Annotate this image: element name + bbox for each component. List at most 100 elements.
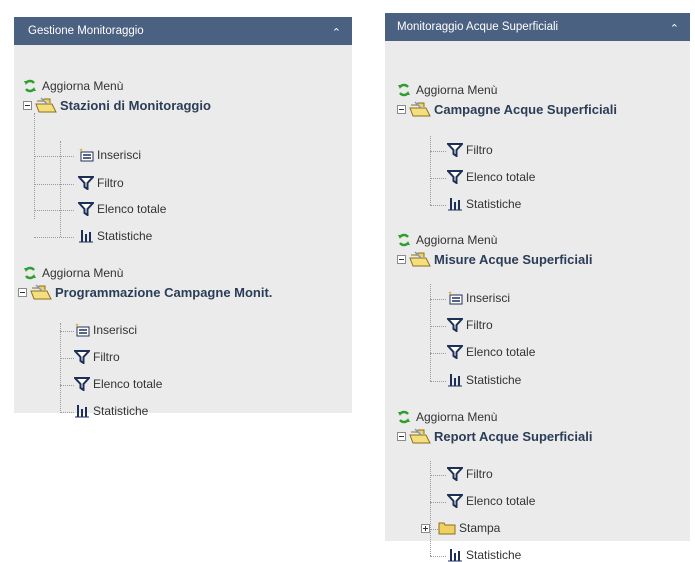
filter-icon [447, 467, 463, 481]
refresh-menu-link[interactable]: Aggiorna Menù [397, 410, 497, 424]
menu-item-elenco-totale[interactable]: Elenco totale [78, 202, 166, 216]
section-title: Campagne Acque Superficiali [434, 101, 618, 117]
tree-branch [430, 475, 446, 476]
collapse-toggle-icon[interactable] [18, 287, 27, 297]
statistics-icon [75, 405, 89, 418]
menu-item-elenco-totale[interactable]: Elenco totale [447, 494, 535, 508]
collapse-toggle-icon[interactable] [23, 100, 32, 110]
right-panel-title: Monitoraggio Acque Superficiali [397, 21, 559, 33]
left-panel-title: Gestione Monitoraggio [28, 25, 144, 37]
tree-line [60, 141, 61, 237]
tree-line [430, 136, 431, 205]
refresh-icon [398, 410, 410, 424]
filter-icon [447, 143, 463, 157]
refresh-menu-link[interactable]: Aggiorna Menù [23, 79, 123, 93]
statistics-icon [448, 374, 462, 387]
tree-branch [430, 502, 446, 503]
tree-branch [430, 326, 446, 327]
menu-item-inserisci[interactable]: Inserisci [447, 291, 510, 305]
menu-item-label: Filtro [93, 350, 120, 364]
tree-branch [430, 178, 446, 179]
refresh-label: Aggiorna Menù [416, 83, 498, 97]
menu-item-filtro[interactable]: Filtro [74, 350, 120, 364]
filter-icon [74, 350, 90, 364]
refresh-menu-link[interactable]: Aggiorna Menù [397, 233, 497, 247]
tree-branch [430, 205, 446, 206]
menu-item-label: Stampa [459, 521, 501, 535]
menu-item-inserisci[interactable]: Inserisci [78, 148, 141, 162]
collapse-toggle-icon[interactable] [397, 104, 406, 114]
menu-item-statistiche[interactable]: Statistiche [447, 373, 521, 387]
refresh-icon [398, 83, 410, 97]
statistics-icon [79, 230, 93, 243]
collapse-toggle-icon[interactable] [397, 431, 406, 441]
statistics-icon [448, 549, 462, 562]
menu-item-label: Statistiche [93, 404, 149, 418]
folder-icon [438, 522, 456, 535]
insert-icon [75, 323, 90, 337]
section-report-acque[interactable]: Report Acque Superficiali [397, 427, 592, 445]
menu-item-filtro[interactable]: Filtro [78, 176, 124, 190]
refresh-icon [398, 233, 410, 247]
menu-item-stampa[interactable]: Stampa [421, 521, 500, 535]
section-title: Report Acque Superficiali [434, 428, 593, 444]
refresh-icon [24, 79, 36, 93]
open-folder-icon [409, 428, 431, 444]
expand-toggle-icon[interactable] [421, 523, 430, 533]
menu-item-elenco-totale[interactable]: Elenco totale [447, 170, 535, 184]
section-stazioni-monitoraggio[interactable]: Stazioni di Monitoraggio [23, 96, 211, 114]
section-misure-acque[interactable]: Misure Acque Superficiali [397, 250, 592, 268]
refresh-menu-link[interactable]: Aggiorna Menù [23, 266, 123, 280]
left-menu-panel: Gestione Monitoraggio Aggiorna Menù Staz… [14, 17, 352, 418]
section-campagne-acque[interactable]: Campagne Acque Superficiali [397, 100, 617, 118]
tree-branch [34, 237, 74, 238]
menu-item-statistiche[interactable]: Statistiche [447, 197, 521, 211]
collapse-toggle-icon[interactable] [397, 254, 406, 264]
tree-branch [430, 151, 446, 152]
open-folder-icon [409, 251, 431, 267]
collapse-icon[interactable] [332, 26, 340, 37]
filter-icon [78, 176, 94, 190]
filter-icon [447, 494, 463, 508]
menu-item-label: Elenco totale [466, 494, 536, 508]
tree-branch [34, 210, 74, 211]
open-folder-icon [35, 97, 57, 113]
menu-item-label: Inserisci [466, 291, 511, 305]
menu-item-label: Filtro [466, 467, 493, 481]
menu-item-statistiche[interactable]: Statistiche [74, 404, 148, 418]
tree-branch [60, 331, 74, 332]
tree-branch [34, 184, 74, 185]
tree-line [34, 113, 35, 219]
refresh-label: Aggiorna Menù [42, 79, 124, 93]
menu-item-filtro[interactable]: Filtro [447, 467, 493, 481]
insert-icon [79, 148, 94, 162]
tree-branch [60, 412, 74, 413]
refresh-label: Aggiorna Menù [42, 266, 124, 280]
refresh-label: Aggiorna Menù [416, 233, 498, 247]
open-folder-icon [30, 284, 52, 300]
statistics-icon [448, 198, 462, 211]
menu-item-elenco-totale[interactable]: Elenco totale [74, 377, 162, 391]
menu-item-label: Filtro [97, 176, 124, 190]
menu-item-filtro[interactable]: Filtro [447, 143, 493, 157]
menu-item-inserisci[interactable]: Inserisci [74, 323, 137, 337]
tree-branch [60, 358, 74, 359]
menu-item-statistiche[interactable]: Statistiche [78, 229, 152, 243]
section-title: Programmazione Campagne Monit. [55, 284, 273, 300]
tree-branch [60, 385, 74, 386]
right-menu-panel: Monitoraggio Acque Superficiali Aggiorna… [385, 13, 690, 562]
section-programmazione-campagne[interactable]: Programmazione Campagne Monit. [18, 283, 272, 301]
collapse-icon[interactable] [670, 22, 678, 33]
tree-line [60, 323, 61, 413]
left-panel-header[interactable]: Gestione Monitoraggio [14, 17, 352, 45]
right-panel-header[interactable]: Monitoraggio Acque Superficiali [385, 13, 690, 41]
refresh-menu-link[interactable]: Aggiorna Menù [397, 83, 497, 97]
menu-item-label: Filtro [466, 143, 493, 157]
menu-item-label: Inserisci [97, 148, 142, 162]
filter-icon [447, 170, 463, 184]
menu-item-elenco-totale[interactable]: Elenco totale [447, 345, 535, 359]
menu-item-label: Filtro [466, 318, 493, 332]
menu-item-statistiche[interactable]: Statistiche [447, 548, 521, 562]
filter-icon [447, 318, 463, 332]
menu-item-filtro[interactable]: Filtro [447, 318, 493, 332]
